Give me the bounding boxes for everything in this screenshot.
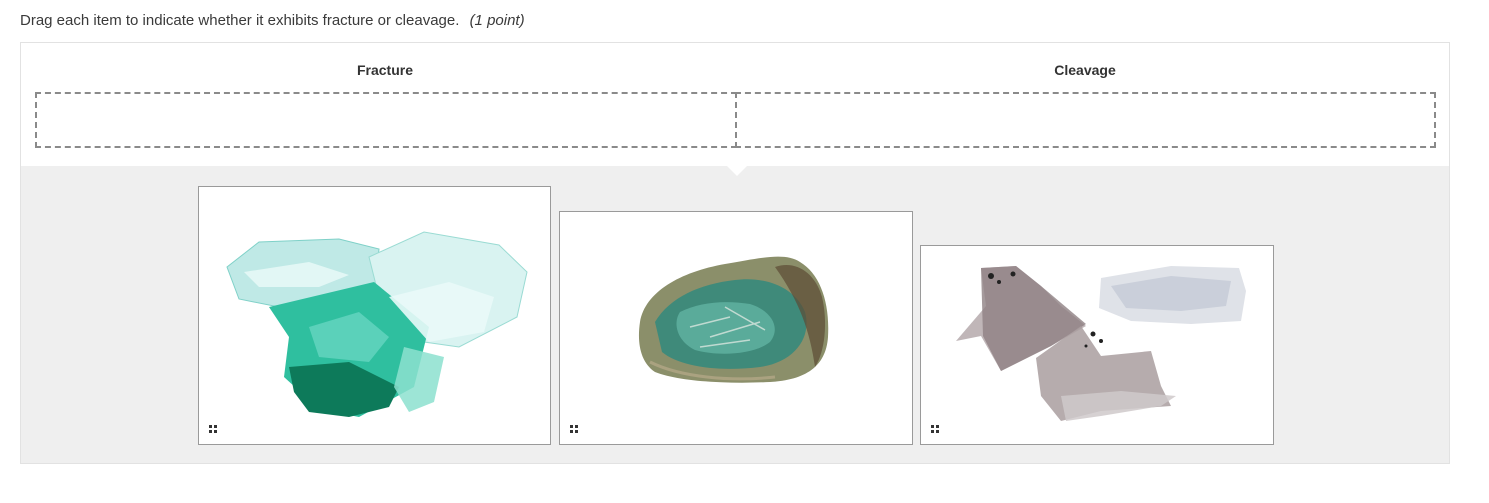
mica-sheets-image [956, 266, 1246, 421]
draggable-item-1[interactable] [198, 186, 551, 445]
question-prompt: Drag each item to indicate whether it ex… [20, 12, 525, 29]
drag-handle-icon[interactable] [931, 425, 940, 434]
drag-handle-icon[interactable] [570, 425, 579, 434]
drag-handle-icon[interactable] [209, 425, 218, 434]
pointer-caret [727, 166, 747, 176]
draggable-item-2[interactable] [559, 211, 913, 445]
aqua-quartz-image [226, 231, 528, 417]
question-text: Drag each item to indicate whether it ex… [20, 12, 460, 29]
cleavage-drop-zone[interactable] [735, 92, 1436, 148]
question-points: (1 point) [469, 12, 525, 29]
draggable-item-3[interactable] [920, 245, 1274, 445]
drag-drop-panel: Fracture Cleavage [20, 42, 1450, 464]
fracture-column-label: Fracture [356, 62, 414, 78]
green-rock-image [638, 256, 829, 383]
fracture-drop-zone[interactable] [35, 92, 737, 148]
cleavage-column-label: Cleavage [1054, 62, 1116, 78]
drop-targets-area: Fracture Cleavage [21, 43, 1449, 166]
